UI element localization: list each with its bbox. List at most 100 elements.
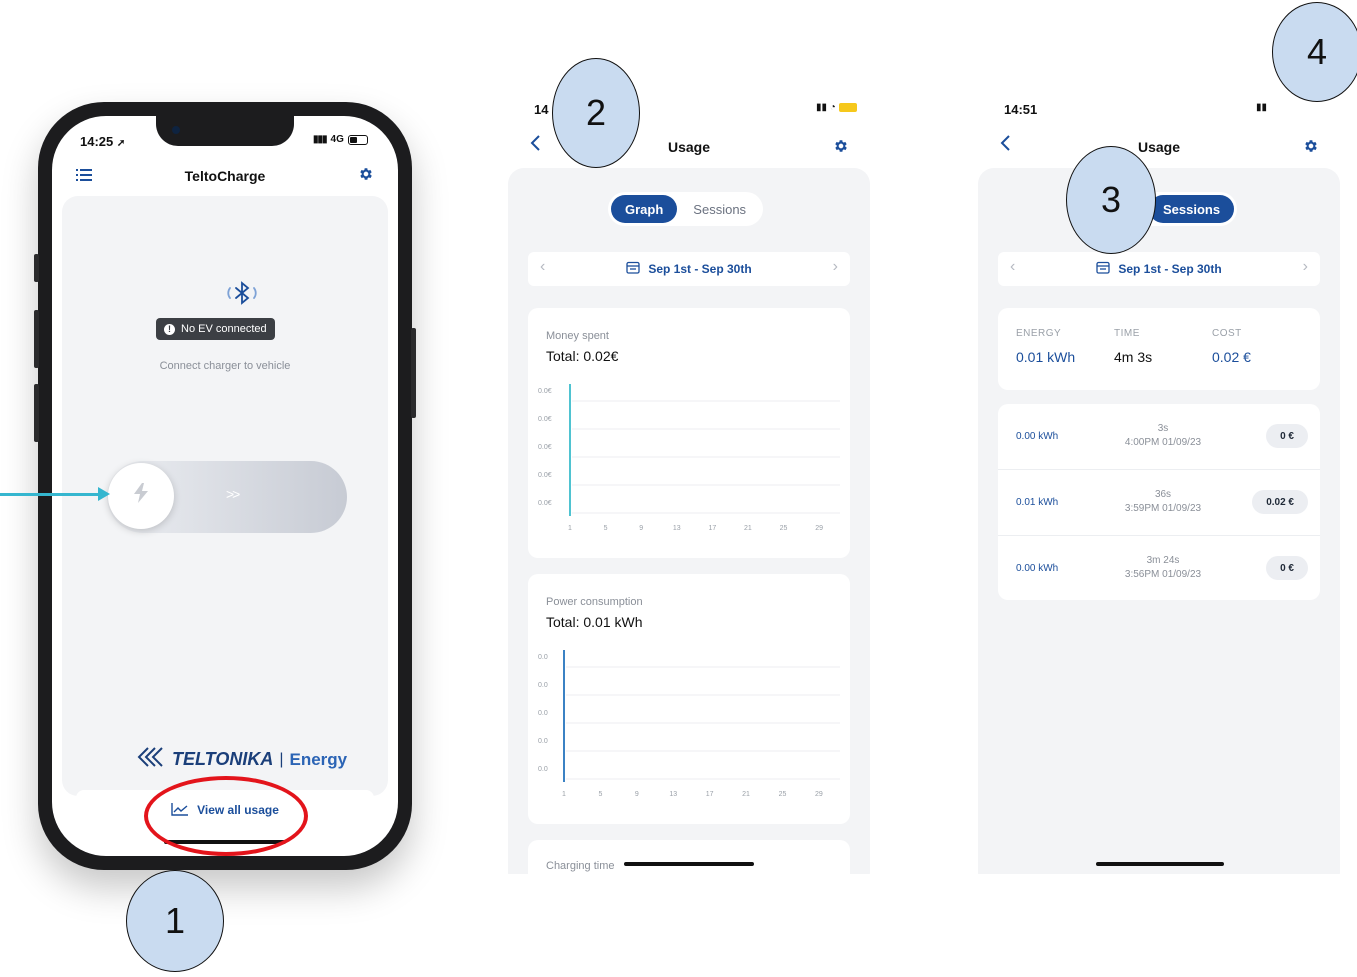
sessions-list: 0.00 kWh 3s 4:00PM 01/09/23 0 € 0.01 kWh… (998, 404, 1320, 600)
connect-instruction: Connect charger to vehicle (159, 360, 291, 372)
session-cost-badge: 0 € (1266, 424, 1308, 448)
x-tick-label: 25 (780, 525, 788, 532)
status-indicators: ▮▮ ◔ (816, 102, 857, 113)
prev-period-icon[interactable]: ‹ (540, 258, 545, 276)
session-cost-badge: 0 € (1266, 556, 1308, 580)
session-duration: 3m 24s (1146, 555, 1180, 566)
summary-value: 0.01 kWh (1016, 349, 1076, 365)
power-consumption-card: Power consumption Total: 0.01 kWh 0.0 0.0… (528, 574, 850, 824)
summary-heading: COST (1212, 328, 1242, 339)
session-duration: 3s (1157, 423, 1169, 434)
next-period-icon[interactable]: › (1303, 258, 1308, 276)
volume-down-button (34, 384, 39, 442)
x-tick-label: 29 (815, 525, 823, 532)
y-tick-label: 0.0€ (538, 416, 552, 423)
summary-value: 0.02 € (1212, 349, 1251, 365)
session-row[interactable]: 0.01 kWh 36s 3:59PM 01/09/23 0.02 € (998, 470, 1320, 536)
brand-name: TELTONIKA (172, 749, 274, 769)
charging-time-card: Charging time (528, 840, 850, 874)
usage-summary-card: ENERGY 0.01 kWh TIME 4m 3s COST 0.02 € (998, 308, 1320, 390)
session-info: 36s 3:59PM 01/09/23 (1098, 488, 1228, 516)
signal-icon: ▮▮▮ (313, 134, 327, 145)
summary-cost: COST 0.02 € (1212, 328, 1251, 365)
x-tick-label: 21 (744, 525, 752, 532)
y-tick-label: 0.0 (538, 654, 548, 661)
x-tick-label: 9 (635, 791, 639, 798)
status-time: 14 (534, 102, 549, 117)
x-tick-label: 13 (673, 525, 681, 532)
session-datetime: 3:56PM 01/09/23 (1124, 569, 1202, 580)
session-energy: 0.00 kWh (1016, 431, 1059, 442)
settings-icon[interactable] (1303, 138, 1319, 154)
data-bar (563, 650, 565, 782)
camera (172, 126, 180, 134)
bluetooth-icon (222, 281, 262, 305)
date-range-picker[interactable]: ‹ Sep 1st - Sep 30th › (998, 252, 1320, 286)
money-spent-chart: 0.0€ 0.0€ 0.0€ 0.0€ 0.0€ 1 5 9 13 17 21 25 29 (538, 384, 840, 532)
summary-time: TIME 4m 3s (1114, 328, 1152, 365)
summary-energy: ENERGY 0.01 kWh (1016, 328, 1075, 365)
usage-graph-screen: 14 ▮▮ ◔ Usage Graph Sessions ‹ Sep 1st -… (508, 100, 870, 874)
settings-icon[interactable] (358, 166, 374, 182)
callout-2: 2 (552, 58, 640, 168)
y-tick-label: 0.0€ (538, 472, 552, 479)
status-time: 14:25 ➚ (80, 134, 126, 149)
date-range-picker[interactable]: ‹ Sep 1st - Sep 30th › (528, 252, 850, 286)
ev-status-text: No EV connected (181, 323, 267, 335)
brand-separator: | (279, 750, 284, 768)
x-tick-label: 13 (669, 791, 677, 798)
x-tick-label: 1 (568, 525, 572, 532)
summary-value: 4m 3s (1114, 349, 1153, 365)
x-tick-label: 17 (706, 791, 714, 798)
date-range-label: Sep 1st - Sep 30th (648, 262, 752, 276)
home-indicator (1096, 862, 1224, 866)
session-energy: 0.01 kWh (1016, 497, 1059, 508)
silent-switch (34, 254, 39, 282)
pointer-arrow-head (98, 487, 110, 501)
tab-sessions[interactable]: Sessions (1149, 195, 1235, 223)
power-button (411, 328, 416, 418)
x-tick-label: 5 (604, 525, 608, 532)
slider-chevrons: >> (226, 486, 240, 502)
notch (156, 116, 294, 146)
session-datetime: 4:00PM 01/09/23 (1124, 437, 1202, 448)
teltonika-energy-logo: TELTONIKA | Energy (136, 746, 347, 773)
page-title: Usage (1137, 139, 1181, 155)
session-duration: 36s (1154, 489, 1172, 500)
x-tick-label: 21 (742, 791, 750, 798)
card-label: Charging time (546, 860, 615, 872)
power-consumption-chart: 0.0 0.0 0.0 0.0 0.0 1 5 9 13 17 21 25 29 (538, 650, 840, 798)
signal-icon: ▮▮ (1256, 102, 1268, 113)
wifi-icon: ◔ (829, 102, 836, 113)
session-row[interactable]: 0.00 kWh 3m 24s 3:56PM 01/09/23 0 € (998, 536, 1320, 602)
prev-period-icon[interactable]: ‹ (1010, 258, 1015, 276)
network-label: 4G (330, 134, 344, 145)
pointer-arrow-line (0, 493, 104, 496)
tab-graph[interactable]: Graph (611, 195, 678, 223)
summary-heading: TIME (1114, 328, 1140, 339)
session-row[interactable]: 0.00 kWh 3s 4:00PM 01/09/23 0 € (998, 404, 1320, 470)
home-screen: 14:25 ➚ ▮▮▮ 4G TeltoCharge ! No EV conne… (52, 116, 398, 856)
home-indicator (624, 862, 754, 866)
x-tick-label: 5 (598, 791, 602, 798)
x-tick-label: 1 (562, 791, 566, 798)
battery-icon (838, 102, 857, 112)
callout-3: 3 (1066, 146, 1156, 254)
data-bar (569, 384, 571, 516)
usage-sessions-screen: 14:51 ▮▮ Usage Sessions ‹ Sep 1st - Sep … (978, 100, 1340, 874)
callout-1: 1 (126, 870, 224, 972)
alert-icon: ! (164, 323, 175, 335)
next-period-icon[interactable]: › (833, 258, 838, 276)
summary-heading: ENERGY (1016, 328, 1062, 339)
brand-suffix: Energy (289, 749, 348, 769)
x-tick-label: 29 (815, 791, 823, 798)
session-info: 3s 4:00PM 01/09/23 (1098, 422, 1228, 450)
x-tick-label: 25 (779, 791, 787, 798)
ev-status-badge: ! No EV connected (156, 318, 275, 340)
y-tick-label: 0.0 (538, 766, 548, 773)
charge-slider-knob[interactable] (108, 463, 174, 529)
x-tick-label: 17 (708, 525, 716, 532)
status-indicators: ▮▮▮ 4G (313, 134, 368, 145)
tab-sessions[interactable]: Sessions (679, 195, 760, 223)
settings-icon[interactable] (833, 138, 849, 154)
